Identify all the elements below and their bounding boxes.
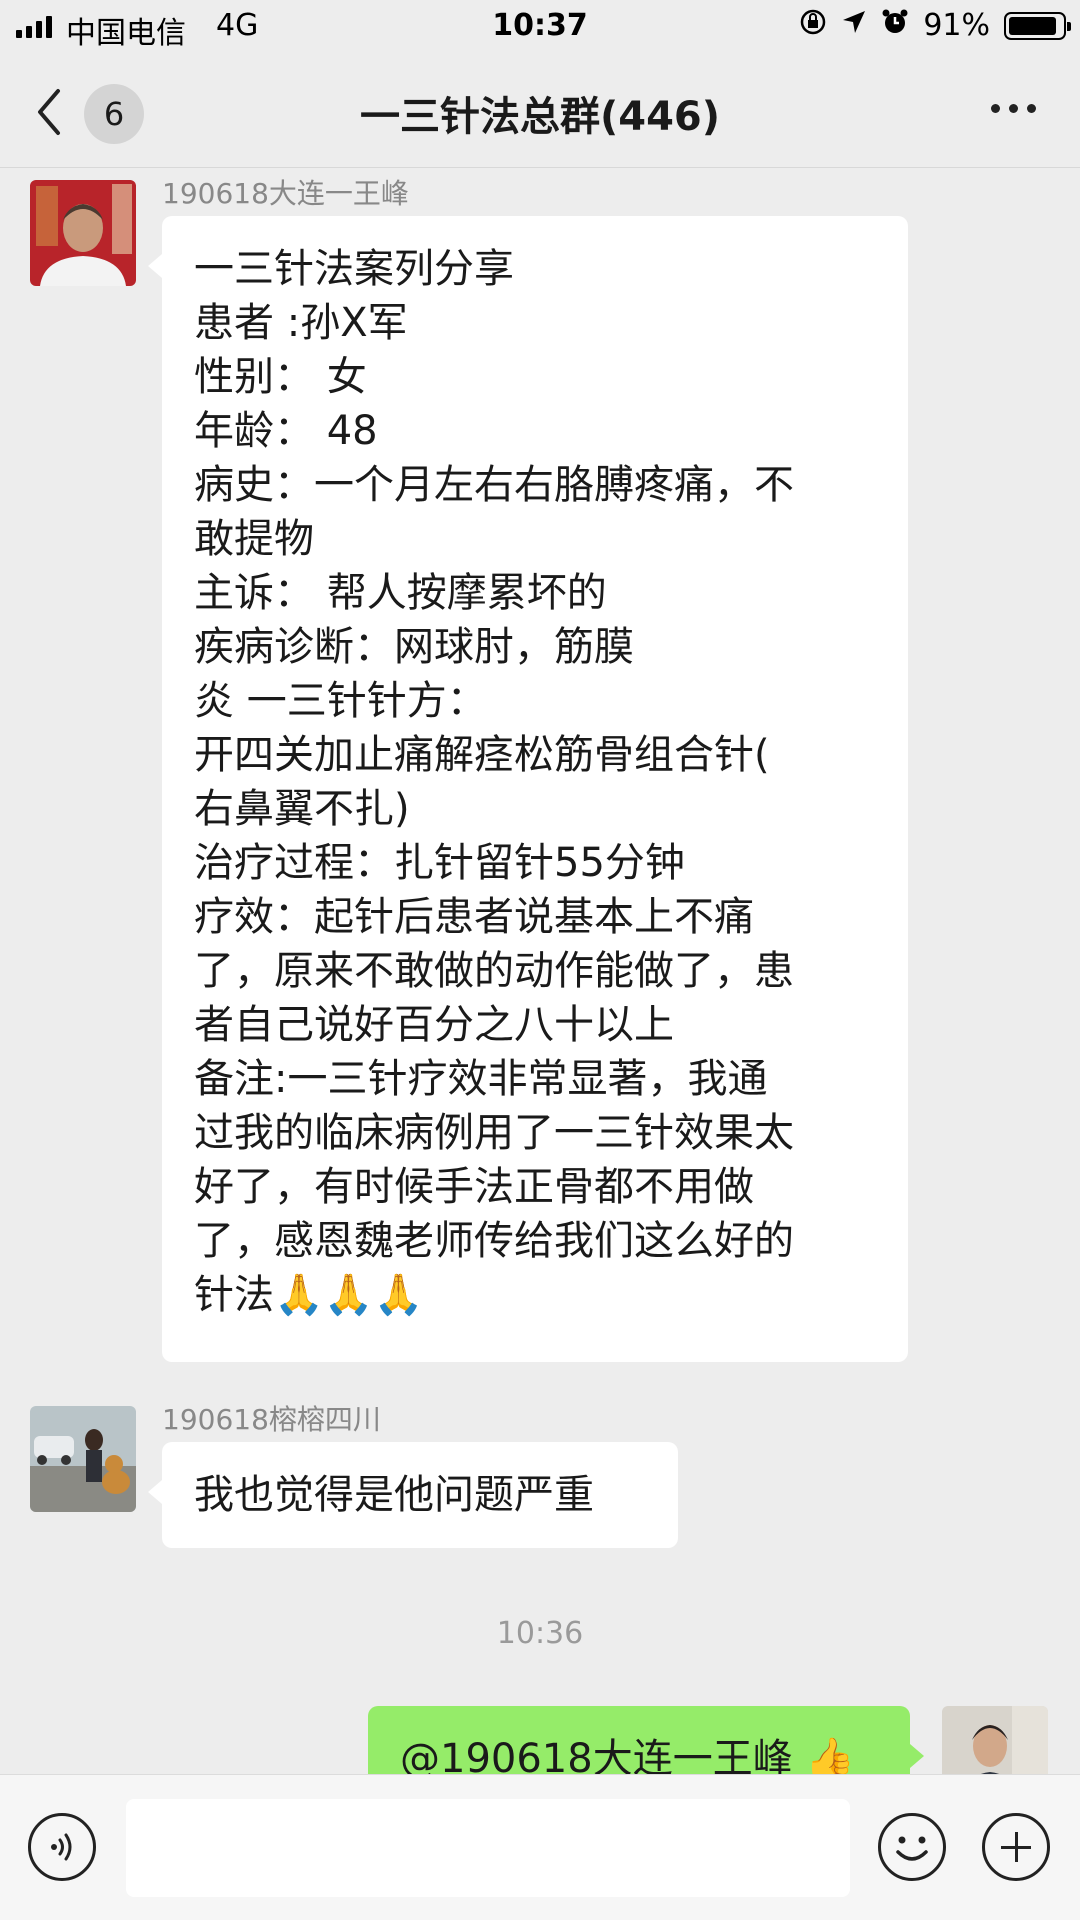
message-line: 炎 一三针针方： [194, 678, 487, 724]
message-line: 了，感恩魏老师传给我们这么好的 [194, 1218, 794, 1264]
avatar[interactable] [30, 180, 136, 286]
battery-level [1009, 16, 1057, 35]
battery-percent: 91% [923, 8, 990, 43]
message-line: 病史：一个月左右右胳膊疼痛，不 [194, 462, 794, 508]
message-line: 好了，有时候手法正骨都不用做 [194, 1164, 754, 1210]
input-bar [0, 1774, 1080, 1920]
message-line: 者自己说好百分之八十以上 [194, 1002, 674, 1048]
voice-input-button[interactable] [28, 1813, 96, 1881]
message-line: 年龄： 48 [194, 408, 378, 454]
message-line: 了，原来不敢做的动作能做了，患 [194, 948, 794, 994]
location-icon [841, 9, 867, 42]
message-line: 性别： 女 [194, 354, 367, 400]
message-bubble[interactable]: 我也觉得是他问题严重 [148, 1442, 678, 1548]
sender-name: 190618榕榕四川 [162, 1403, 381, 1436]
my-avatar[interactable] [942, 1706, 1048, 1774]
more-dots-icon [991, 104, 1000, 113]
emoji-button[interactable] [878, 1813, 946, 1881]
message-line: 治疗过程：扎针留针55分钟 [194, 840, 685, 886]
alarm-icon [881, 8, 909, 43]
message-line: 过我的临床病例用了一三针效果太 [194, 1110, 794, 1156]
message-line: 备注:一三针疗效非常显著，我通 [194, 1056, 768, 1102]
timestamp: 10:36 [496, 1616, 584, 1651]
emoji-icon [896, 1836, 928, 1861]
message-line: 右鼻翼不扎) [194, 786, 410, 832]
voice-icon [51, 1833, 72, 1861]
message-line: 疗效：起针后患者说基本上不痛 [194, 894, 754, 940]
message-line: 一三针法案列分享 [194, 246, 514, 292]
orientation-lock-icon [799, 8, 827, 43]
message-line: 针法🙏🙏🙏 [194, 1272, 424, 1318]
sender-name: 190618大连一王峰 [162, 177, 409, 210]
message-line: 我也觉得是他问题严重 [194, 1472, 594, 1518]
message-bubble[interactable]: 一三针法案列分享 患者 :孙X军 性别： 女 年龄： 48 病史：一个月左右右胳… [148, 216, 908, 1362]
chat-title: 一三针法总群(446) [359, 94, 721, 140]
message-line: 主诉： 帮人按摩累坏的 [194, 570, 607, 616]
more-options-button[interactable] [991, 104, 1036, 113]
chat-header: 6 一三针法总群(446) [0, 56, 1080, 168]
status-bar: 中国电信 4G 10:37 91% [0, 0, 1080, 52]
message-line: 疾病诊断：网球肘，筋膜 [194, 624, 634, 670]
message-list[interactable]: 190618大连一王峰 一三针法案列分享 患者 :孙X军 性别： 女 年龄： 4… [0, 170, 1080, 1774]
outgoing-message-bubble[interactable]: @190618大连一王峰 👍 [368, 1706, 924, 1774]
battery-icon [1004, 11, 1071, 40]
message-line: 开四关加止痛解痉松筋骨组合针( [194, 732, 770, 778]
avatar[interactable] [30, 1406, 136, 1512]
message-line: 敢提物 [194, 516, 314, 562]
message-line: @190618大连一王峰 👍 [400, 1736, 856, 1774]
message-input[interactable] [126, 1799, 850, 1897]
more-actions-button[interactable] [982, 1813, 1050, 1881]
message-line: 患者 :孙X军 [194, 300, 408, 346]
